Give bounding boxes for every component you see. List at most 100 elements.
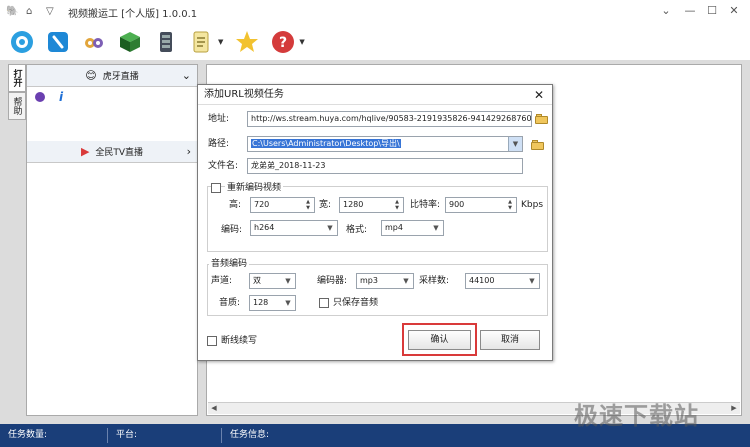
svg-text:?: ? [279, 35, 287, 51]
path-value: C:\Users\Administrator\Desktop\导出\ [251, 139, 401, 148]
samplerate-label: 采样数: [419, 276, 450, 286]
chevron-down-icon: ⌄ [181, 69, 191, 82]
huya-logo-icon: 😊 [85, 69, 97, 82]
bitrate-label: 比特率: [410, 200, 441, 210]
width-label: 宽: [319, 200, 332, 210]
spin-icon[interactable]: ▲ ▼ [505, 199, 515, 211]
format-value: mp4 [385, 223, 403, 232]
app-logo-icon: 🐘 [6, 6, 19, 17]
status-task-info: 任务信息: [230, 430, 270, 440]
audio-encoding-label: 音频编码 [209, 256, 250, 272]
script-dropdown-icon[interactable]: ▼ [218, 38, 223, 46]
accordion-quanmin[interactable]: ▶ 全民TV直播 › [27, 141, 197, 163]
help-icon[interactable]: ? [269, 28, 297, 56]
status-platform: 平台: [108, 428, 222, 443]
info-icon[interactable]: i [59, 90, 63, 104]
format-label: 格式: [346, 225, 368, 235]
vertical-tabs: 打开 帮助 [8, 64, 26, 120]
menu-dropdown-icon[interactable]: ⌄ [656, 4, 676, 18]
script-document-icon[interactable] [188, 28, 216, 56]
reencode-label: 重新编码视频 [225, 180, 284, 196]
maximize-button[interactable]: ☐ [702, 4, 722, 18]
bitrate-stepper[interactable]: 900 ▲ ▼ [445, 197, 517, 213]
quality-select[interactable]: 128 ▼ [249, 295, 296, 311]
samplerate-value: 44100 [469, 276, 495, 285]
chevron-down-icon[interactable]: ▼ [525, 274, 539, 288]
samplerate-select[interactable]: 44100 ▼ [465, 273, 540, 289]
address-label: 地址: [208, 114, 230, 124]
chevron-down-icon[interactable]: ▼ [429, 221, 443, 235]
encoder-select[interactable]: mp3 ▼ [356, 273, 414, 289]
url-link-icon[interactable] [44, 28, 72, 56]
title-bar: 🐘 ⌂ ▽ 视频搬运工 [个人版] 1.0.0.1 ⌄ — ☐ ✕ [0, 0, 750, 24]
codec-value: h264 [254, 223, 275, 232]
channel-value: 双 [253, 276, 261, 285]
star-icon[interactable] [233, 28, 261, 56]
accordion-quanmin-label: 全民TV直播 [95, 148, 144, 158]
platform-panel: 😊 虎牙直播 ⌄ i ▶ 全民TV直播 › [26, 64, 198, 416]
spin-icon[interactable]: ▲ ▼ [392, 199, 402, 211]
height-value: 720 [254, 200, 270, 209]
watermark-text: 极速下载站 [574, 402, 699, 430]
archive-icon[interactable] [152, 28, 180, 56]
toolbar: ▼ ? ▼ [0, 24, 750, 60]
video-play-icon: ▶ [80, 145, 90, 158]
filename-input[interactable]: 龙弟弟_2018-11-23 [247, 158, 523, 174]
chevron-down-icon[interactable]: ▼ [281, 296, 295, 310]
channel-select[interactable]: 双 ▼ [249, 273, 296, 289]
goggles-icon[interactable] [80, 28, 108, 56]
help-dropdown-icon[interactable]: ▼ [299, 38, 304, 46]
encoder-label: 编码器: [317, 276, 348, 286]
bitrate-value: 900 [449, 200, 465, 209]
address-input[interactable]: http://ws.stream.huya.com/hqlive/90583-2… [247, 111, 532, 127]
chevron-down-icon[interactable]: ▼ [323, 221, 337, 235]
channel-label: 声道: [211, 276, 233, 286]
window-title: 视频搬运工 [个人版] 1.0.0.1 [68, 8, 198, 20]
folder-browse-icon[interactable] [531, 140, 544, 150]
chevron-down-icon[interactable]: ▼ [399, 274, 413, 288]
chevron-down-icon[interactable]: ▼ [281, 274, 295, 288]
width-value: 1280 [343, 200, 364, 209]
tab-help[interactable]: 帮助 [8, 92, 26, 120]
encoder-value: mp3 [360, 276, 378, 285]
download-circle-icon[interactable] [8, 28, 36, 56]
dialog-close-icon[interactable]: ✕ [534, 88, 544, 102]
add-url-task-dialog: 添加URL视频任务 ✕ 地址: http://ws.stream.huya.co… [197, 84, 553, 361]
path-combo[interactable]: C:\Users\Administrator\Desktop\导出\ ▼ [247, 136, 523, 152]
spin-icon[interactable]: ▲ ▼ [303, 199, 313, 211]
chevron-right-icon: › [186, 145, 191, 158]
minimize-button[interactable]: — [680, 4, 700, 18]
resume-checkbox[interactable] [207, 336, 217, 346]
accordion-huya-label: 虎牙直播 [102, 72, 139, 82]
platform-icons-row: i [27, 87, 197, 107]
status-task-count: 任务数量: [0, 428, 108, 443]
home-icon[interactable]: ⌂ [26, 6, 40, 18]
cube-icon[interactable] [116, 28, 144, 56]
close-window-button[interactable]: ✕ [724, 4, 744, 18]
folder-icon[interactable] [535, 114, 548, 124]
height-stepper[interactable]: 720 ▲ ▼ [250, 197, 315, 213]
confirm-button[interactable]: 确认 [408, 330, 471, 350]
purple-orb-icon[interactable] [35, 92, 45, 102]
dialog-title: 添加URL视频任务 [198, 85, 552, 105]
path-label: 路径: [208, 139, 230, 149]
scroll-right-icon[interactable]: ▶ [728, 403, 740, 414]
width-stepper[interactable]: 1280 ▲ ▼ [339, 197, 404, 213]
audio-only-label: 只保存音频 [333, 298, 379, 308]
reencode-checkbox[interactable] [211, 183, 221, 193]
filename-label: 文件名: [208, 161, 239, 171]
height-label: 高: [229, 200, 242, 210]
chevron-down-icon[interactable]: ▼ [508, 137, 522, 151]
quality-label: 音质: [219, 298, 241, 308]
resume-label: 断线续写 [221, 336, 258, 346]
codec-label: 编码: [221, 225, 243, 235]
codec-select[interactable]: h264 ▼ [250, 220, 338, 236]
cancel-button[interactable]: 取消 [480, 330, 540, 350]
accordion-huya[interactable]: 😊 虎牙直播 ⌄ [27, 65, 197, 87]
tab-open[interactable]: 打开 [8, 64, 26, 92]
quality-value: 128 [253, 298, 269, 307]
shirt-icon[interactable]: ▽ [46, 6, 60, 18]
format-select[interactable]: mp4 ▼ [381, 220, 444, 236]
scroll-left-icon[interactable]: ◀ [208, 403, 220, 414]
audio-only-checkbox[interactable] [319, 298, 329, 308]
